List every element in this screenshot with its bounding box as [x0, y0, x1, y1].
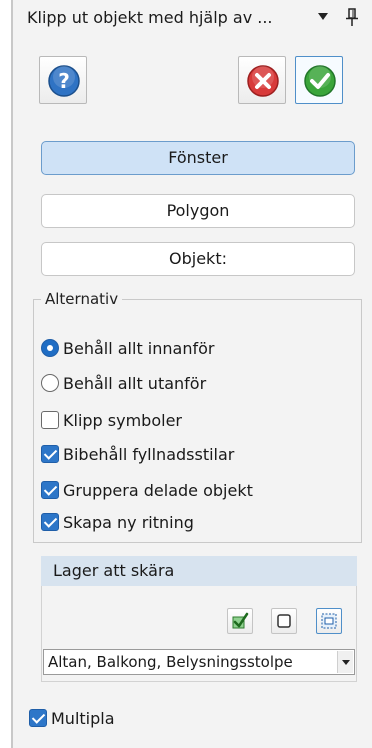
- pin-icon[interactable]: [345, 8, 359, 28]
- check-all-button[interactable]: [227, 608, 253, 634]
- multiple-checkbox[interactable]: Multipla: [29, 706, 115, 730]
- cancel-button[interactable]: [238, 56, 286, 104]
- keep-inside-label: Behåll allt innanför: [63, 338, 215, 358]
- group-shared-objects-checkbox[interactable]: Gruppera delade objekt: [41, 478, 253, 502]
- keep-fill-styles-label: Bibehåll fyllnadsstilar: [63, 444, 235, 464]
- help-icon: ?: [48, 65, 80, 97]
- radio-unselected-icon: [41, 374, 59, 392]
- checkbox-checked-icon: [41, 445, 59, 463]
- chevron-down-icon[interactable]: [337, 651, 353, 673]
- select-region-button[interactable]: [316, 608, 342, 634]
- cancel-icon: [247, 65, 279, 97]
- ok-button[interactable]: [295, 56, 343, 104]
- keep-fill-styles-checkbox[interactable]: Bibehåll fyllnadsstilar: [41, 442, 234, 466]
- title-bar: Klipp ut objekt med hjälp av ...: [13, 0, 372, 36]
- keep-outside-radio[interactable]: Behåll allt utanför: [41, 371, 206, 395]
- ok-icon: [304, 65, 336, 97]
- uncheck-all-button[interactable]: [271, 608, 297, 634]
- clip-symbols-label: Klipp symboler: [63, 410, 182, 430]
- keep-outside-label: Behåll allt utanför: [63, 373, 207, 393]
- triangle-down-icon[interactable]: [318, 13, 328, 20]
- clip-symbols-checkbox[interactable]: Klipp symboler: [41, 408, 182, 432]
- panel-title: Klipp ut objekt med hjälp av ...: [27, 8, 273, 27]
- window-mode-button[interactable]: Fönster: [41, 141, 355, 175]
- object-mode-button[interactable]: Objekt:: [41, 242, 355, 276]
- layers-select[interactable]: Altan, Balkong, Belysningsstolpe: [43, 649, 355, 675]
- layers-header: Lager att skära: [41, 556, 357, 586]
- help-button[interactable]: ?: [39, 56, 87, 104]
- checkbox-checked-icon: [41, 513, 59, 531]
- checkbox-checked-icon: [41, 481, 59, 499]
- group-shared-objects-label: Gruppera delade objekt: [63, 480, 253, 500]
- radio-selected-icon: [41, 339, 59, 357]
- multiple-label: Multipla: [51, 708, 115, 728]
- polygon-mode-button[interactable]: Polygon: [41, 194, 355, 228]
- keep-inside-radio[interactable]: Behåll allt innanför: [41, 336, 214, 360]
- checkbox-unchecked-icon: [41, 411, 59, 429]
- layers-select-value: Altan, Balkong, Belysningsstolpe: [48, 653, 293, 671]
- alternatives-label: Alternativ: [41, 290, 123, 308]
- create-new-drawing-checkbox[interactable]: Skapa ny ritning: [41, 510, 194, 534]
- select-region-icon: [321, 613, 337, 629]
- create-new-drawing-label: Skapa ny ritning: [63, 512, 194, 532]
- svg-text:?: ?: [58, 69, 70, 93]
- uncheck-all-icon: [277, 614, 291, 628]
- clip-panel: Klipp ut objekt med hjälp av ... ? Fönst…: [13, 0, 372, 748]
- check-all-icon: [232, 612, 249, 629]
- checkbox-checked-icon: [29, 709, 47, 727]
